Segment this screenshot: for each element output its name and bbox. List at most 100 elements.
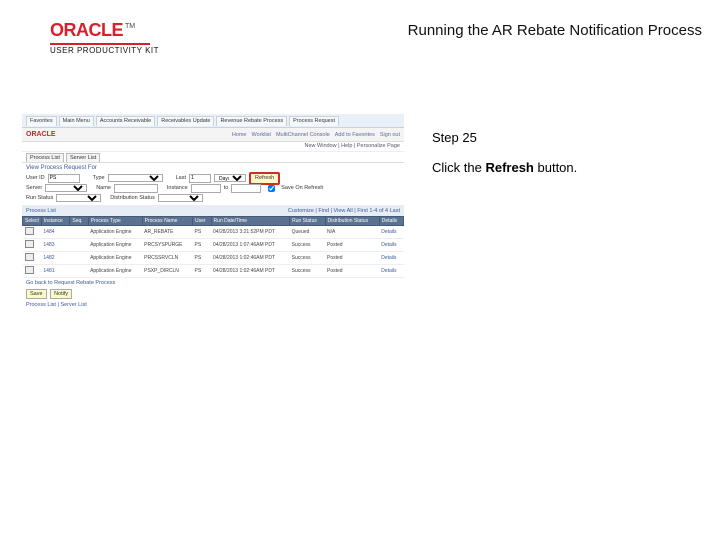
list-header: Process List Customize | Find | View All… [22,205,404,216]
subtabs: Process List Server List [22,152,404,163]
breadcrumb: Favorites Main Menu Accounts Receivable … [22,114,404,128]
runstatus-select[interactable] [56,194,101,202]
col-dt: Run Date/Time [211,217,290,226]
crumb[interactable]: Receivables Update [157,116,214,126]
col-rs: Run Status [290,217,325,226]
list-title: Process List [26,208,56,214]
cell-pname: PRCSSRVCLN [142,252,192,265]
table-header-row: Select Instance Seq. Process Type Proces… [23,217,404,226]
cell-ptype: Application Engine [88,239,142,252]
col-ds: Distribution Status [325,217,379,226]
cell-details[interactable]: Details [379,239,403,252]
cell-ptype: Application Engine [88,226,142,239]
diststatus-label: Distribution Status [110,195,155,201]
link-mcc[interactable]: MultiChannel Console [276,132,330,138]
brand-bar [50,43,150,45]
col-select: Select [23,217,42,226]
cell-pname: AR_REBATE [142,226,192,239]
link-fav[interactable]: Add to Favorites [335,132,375,138]
col-pname: Process Name [142,217,192,226]
crumb[interactable]: Process Request [289,116,339,126]
type-select[interactable] [108,174,163,182]
cell-ptype: Application Engine [88,252,142,265]
link-home[interactable]: Home [232,132,247,138]
cell-ds: Posted [325,265,379,278]
save-refresh-check[interactable] [268,185,275,192]
footer-buttons: Save Notify [22,288,404,300]
cell-seq [70,252,88,265]
context-bar[interactable]: New Window | Help | Personalize Page [22,142,404,152]
save-button[interactable]: Save [26,289,47,299]
link-worklist[interactable]: Worklist [251,132,270,138]
user-label: User ID [26,175,45,181]
last-input[interactable] [189,174,211,183]
crumb[interactable]: Favorites [26,116,57,126]
cell-ptype: Application Engine [88,265,142,278]
cell-instance[interactable]: 1482 [41,252,69,265]
col-instance: Instance [41,217,69,226]
product-name: USER PRODUCTIVITY KIT [50,46,159,55]
logo: ORACLETM USER PRODUCTIVITY KIT [50,20,159,55]
instance-label: Instance [167,185,188,191]
filter-form: User ID Type Last Days Refresh Server Na… [22,173,404,205]
crumb[interactable]: Accounts Receivable [96,116,155,126]
row-select[interactable] [25,227,34,235]
cell-rs: Success [290,252,325,265]
diststatus-select[interactable] [158,194,203,202]
type-label: Type [93,175,105,181]
page-title: Running the AR Rebate Notification Proce… [408,22,702,39]
cell-details[interactable]: Details [379,265,403,278]
instance-input[interactable] [191,184,221,193]
cell-dt: 04/28/2013 1:07:46AM PDT [211,239,290,252]
trademark: TM [125,23,135,30]
cell-instance[interactable]: 1484 [41,226,69,239]
to-label: to [224,185,229,191]
user-input[interactable] [48,174,80,183]
server-label: Server [26,185,42,191]
app-header: ORACLE Home Worklist MultiChannel Consol… [22,128,404,142]
cell-details[interactable]: Details [379,252,403,265]
cell-pname: PRCSYSPURGE [142,239,192,252]
crumb[interactable]: Main Menu [59,116,94,126]
server-select[interactable] [45,184,87,192]
col-ptype: Process Type [88,217,142,226]
save-refresh-label: Save On Refresh [281,185,323,191]
row-select[interactable] [25,266,34,274]
cell-user: PS [193,239,212,252]
footer-tabs[interactable]: Process List | Server List [22,300,404,310]
crumb[interactable]: Revenue Rebate Process [216,116,287,126]
cell-details[interactable]: Details [379,226,403,239]
cell-seq [70,226,88,239]
cell-dt: 04/28/2013 1:02:46AM PDT [211,265,290,278]
list-pager[interactable]: Customize | Find | View All | First 1-4 … [288,208,400,214]
process-table: Select Instance Seq. Process Type Proces… [22,216,404,278]
cell-ds: N/A [325,226,379,239]
instruction-text: Click the Refresh button. [432,160,577,175]
row-select[interactable] [25,240,34,248]
step-label: Step 25 [432,130,477,145]
cell-dt: 04/28/2013 1:02:46AM PDT [211,252,290,265]
goback-link[interactable]: Go back to Request Rebate Process [22,278,404,288]
cell-seq [70,239,88,252]
section-heading: View Process Request For [22,163,404,173]
instance-to-input[interactable] [231,184,261,193]
col-det: Details [379,217,403,226]
cell-instance[interactable]: 1483 [41,239,69,252]
cell-user: PS [193,226,212,239]
link-signout[interactable]: Sign out [380,132,400,138]
cell-user: PS [193,252,212,265]
row-select[interactable] [25,253,34,261]
last-label: Last [176,175,186,181]
tab-process-list[interactable]: Process List [26,153,64,162]
cell-dt: 04/28/2013 3:21:52PM PDT [211,226,290,239]
col-user: User [193,217,212,226]
table-row: 1482 Application Engine PRCSSRVCLN PS 04… [23,252,404,265]
name-input[interactable] [114,184,158,193]
last-unit-select[interactable]: Days [214,174,246,182]
instr-pre: Click the [432,160,485,175]
cell-rs: Queued [290,226,325,239]
cell-instance[interactable]: 1481 [41,265,69,278]
notify-button[interactable]: Notify [50,289,72,299]
cell-rs: Success [290,239,325,252]
tab-server-list[interactable]: Server List [66,153,100,162]
